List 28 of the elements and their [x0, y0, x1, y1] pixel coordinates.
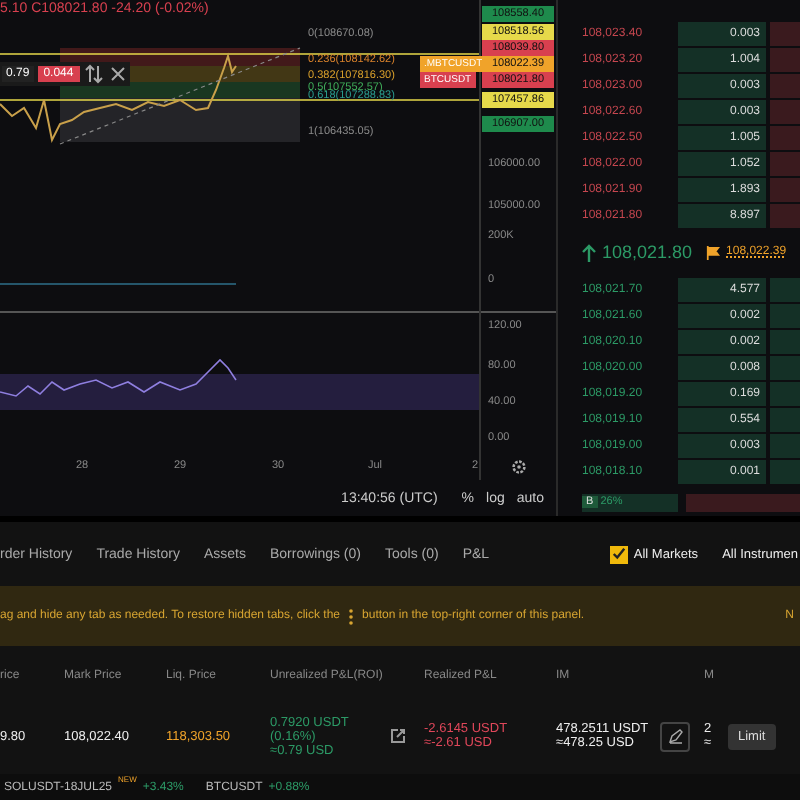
up-arrow-icon [582, 243, 596, 261]
last-price: 108,021.80 [602, 242, 693, 262]
depth-bar [770, 203, 800, 227]
depth-bar [770, 303, 800, 327]
depth-bar [770, 21, 800, 45]
depth-bar [770, 407, 800, 431]
pencil-icon [667, 728, 683, 744]
depth-bar [770, 125, 800, 149]
sell-ratio-bar [686, 494, 800, 512]
depth-bar [770, 277, 800, 301]
checkbox[interactable] [609, 545, 628, 563]
flag-icon [706, 245, 721, 259]
depth-bar [770, 433, 800, 457]
edit-button[interactable] [660, 721, 690, 751]
depth-bar [770, 151, 800, 175]
depth-bar [770, 355, 800, 379]
close-icon[interactable] [107, 64, 128, 84]
share-icon[interactable] [390, 728, 406, 744]
settings-icon[interactable] [510, 458, 528, 476]
depth-bar [770, 99, 800, 123]
depth-bar [770, 459, 800, 483]
depth-bar [770, 177, 800, 201]
depth-bar [770, 73, 800, 97]
swap-icon[interactable] [83, 64, 104, 84]
more-icon [348, 607, 355, 625]
depth-bar [770, 47, 800, 71]
depth-bar [770, 381, 800, 405]
depth-bar [770, 329, 800, 353]
